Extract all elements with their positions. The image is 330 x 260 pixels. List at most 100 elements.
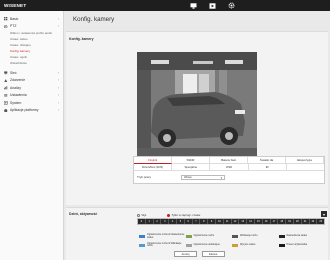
chevron-down-icon: ▾ xyxy=(220,176,222,180)
sidebar-item-network[interactable]: Sieć › xyxy=(0,69,63,77)
legend-swatch xyxy=(185,235,192,239)
legend-swatch xyxy=(139,235,145,239)
chevron-down-icon: ▾ xyxy=(322,211,325,217)
radio-label: Tylko w zaprogr. czasie xyxy=(171,213,201,217)
radio-dot xyxy=(137,213,140,217)
legend-label: Nawiedzenie wideo xyxy=(286,234,308,238)
tab-ir[interactable]: IR xyxy=(248,164,287,171)
hour-cell[interactable]: 21 xyxy=(301,219,310,224)
tab-day-night[interactable]: Dzień/Noc (D/N) xyxy=(134,164,173,171)
video-preview xyxy=(137,52,257,157)
app-icon xyxy=(4,108,8,113)
hour-cell[interactable]: 8 xyxy=(200,219,209,224)
hour-cell[interactable]: 15 xyxy=(254,219,263,224)
tab-osd[interactable]: OSD xyxy=(210,164,249,171)
hour-cell[interactable]: 18 xyxy=(278,219,287,224)
section-label: Konfig. kamery xyxy=(69,37,94,41)
legend-swatch xyxy=(232,243,238,247)
hour-cell[interactable]: 22 xyxy=(309,219,318,224)
sidebar-item-label: PTZ xyxy=(10,24,17,29)
hour-cell[interactable]: 11 xyxy=(223,219,232,224)
tab-special[interactable]: Specjalne xyxy=(172,164,211,171)
sensor-mode-value: Wideo xyxy=(184,175,192,179)
hour-cell[interactable]: 17 xyxy=(270,219,279,224)
radio-scheduled[interactable]: Tylko w zaprogr. czasie xyxy=(166,213,201,217)
section-label: Dzień, aktywność xyxy=(69,212,98,216)
legend-item: Wyrycie wideo xyxy=(232,243,279,249)
settings-gear-icon[interactable] xyxy=(228,2,235,9)
hour-cell[interactable]: 7 xyxy=(192,219,201,224)
hour-cell[interactable]: 14 xyxy=(247,219,255,224)
hour-cell[interactable]: 2 xyxy=(153,219,162,224)
hour-cell[interactable]: 9 xyxy=(208,219,216,224)
main-content: Konfig. kamery Konfig. kamery Czujnik SS… xyxy=(64,11,330,260)
tab-white-balance[interactable]: Balans bieli xyxy=(210,157,248,164)
sidebar: Basic › PTZ › Wideo i ustawienia profilu… xyxy=(0,11,64,260)
cancel-button[interactable]: Anuluj xyxy=(174,251,197,257)
hour-cell[interactable]: 19 xyxy=(286,219,294,224)
legend-item: Ograniczenie ruchu & Nawiedzenie wideo xyxy=(139,233,186,240)
legend-label: Wyrycie wideo xyxy=(240,242,256,246)
tab-empty xyxy=(286,164,325,171)
expand-button[interactable]: ▾ xyxy=(321,211,327,217)
settings-icon xyxy=(4,93,8,98)
hour-cell[interactable]: 4 xyxy=(169,219,177,224)
radio-label: Wył. xyxy=(141,213,147,217)
apply-button[interactable]: Zastos. xyxy=(202,251,225,257)
playback-icon[interactable] xyxy=(209,2,216,9)
sidebar-item-apps[interactable]: Aplikacje platformy › xyxy=(0,107,63,115)
legend-swatch xyxy=(278,235,285,239)
sidebar-item-label: Analizy xyxy=(10,85,21,90)
page-title: Konfig. kamery xyxy=(73,16,115,23)
sidebar-item-settings[interactable]: Ustawienia › xyxy=(0,92,63,100)
settings-tabs: Czujnik SSDR Balans bieli Światło tła Ek… xyxy=(133,156,325,184)
hour-cell[interactable]: 1 xyxy=(145,219,154,224)
legend-label: Wilinkacje ruchu xyxy=(240,234,258,238)
event-icon xyxy=(4,78,8,83)
sidebar-item-label: Aplikacje platformy xyxy=(10,108,39,113)
legend-item: Ograniczenie ruchu xyxy=(185,234,233,240)
hour-cell[interactable]: 16 xyxy=(262,219,271,224)
hour-cell[interactable]: 3 xyxy=(161,219,170,224)
sidebar-item-analytics[interactable]: Analizy › xyxy=(0,84,63,92)
hour-cell[interactable]: 13 xyxy=(239,219,248,224)
chevron-icon: › xyxy=(57,100,59,105)
hour-cell[interactable]: 23 xyxy=(317,219,325,224)
sidebar-item-label: Zdarzenie xyxy=(10,78,26,83)
hour-cell[interactable]: 0 xyxy=(138,219,146,224)
sensor-mode-select[interactable]: Wideo ▾ xyxy=(181,174,225,180)
legend-swatch xyxy=(139,243,145,247)
hour-cell[interactable]: 10 xyxy=(215,219,224,224)
hour-cell[interactable]: 20 xyxy=(293,219,302,224)
legend-swatch xyxy=(278,243,285,247)
sidebar-item-ptz[interactable]: PTZ › xyxy=(0,23,63,31)
sidebar-item-label: System xyxy=(10,100,22,105)
hour-cell[interactable]: 12 xyxy=(231,219,240,224)
chevron-icon: › xyxy=(57,108,59,113)
grid-icon xyxy=(4,17,8,21)
sidebar-item-system[interactable]: System › xyxy=(0,99,63,107)
tab-sensor[interactable]: Czujnik xyxy=(134,157,172,164)
legend-label: Ograniczenie ruchu & Nawiedzenie wideo xyxy=(147,233,185,239)
sidebar-item-basic[interactable]: Basic › xyxy=(0,15,63,23)
tab-exposure[interactable]: Ekspozycja xyxy=(286,157,324,164)
legend-label: Preset użytkownika xyxy=(286,242,308,246)
legend-item: Wilinkacje ruchu xyxy=(232,234,279,240)
hour-cell[interactable]: 6 xyxy=(184,219,193,224)
chevron-icon: › xyxy=(57,70,59,75)
sidebar-item-event[interactable]: Zdarzenie › xyxy=(0,77,63,85)
legend-item: Preset użytkownika xyxy=(278,242,326,249)
radio-off[interactable]: Wył. xyxy=(137,213,147,217)
tab-ssdr[interactable]: SSDR xyxy=(172,157,210,164)
hour-cell[interactable]: 5 xyxy=(176,219,185,224)
hour-timeline[interactable]: 0 1 2 3 4 5 6 7 8 9 10 11 12 13 14 15 16… xyxy=(137,218,325,225)
legend-swatch xyxy=(185,243,192,247)
legend-label: Ograniczenie ruchu xyxy=(193,234,215,238)
monitor-icon[interactable] xyxy=(190,2,197,9)
chevron-icon: › xyxy=(57,16,59,21)
sensor-mode-label: Tryb pracy xyxy=(137,175,152,179)
sidebar-item-label: Sieć xyxy=(10,70,17,75)
analytics-icon xyxy=(4,86,8,90)
legend-label: Ograniczenie defokusjne xyxy=(193,242,220,246)
tab-backlight[interactable]: Światło tła xyxy=(248,157,286,164)
